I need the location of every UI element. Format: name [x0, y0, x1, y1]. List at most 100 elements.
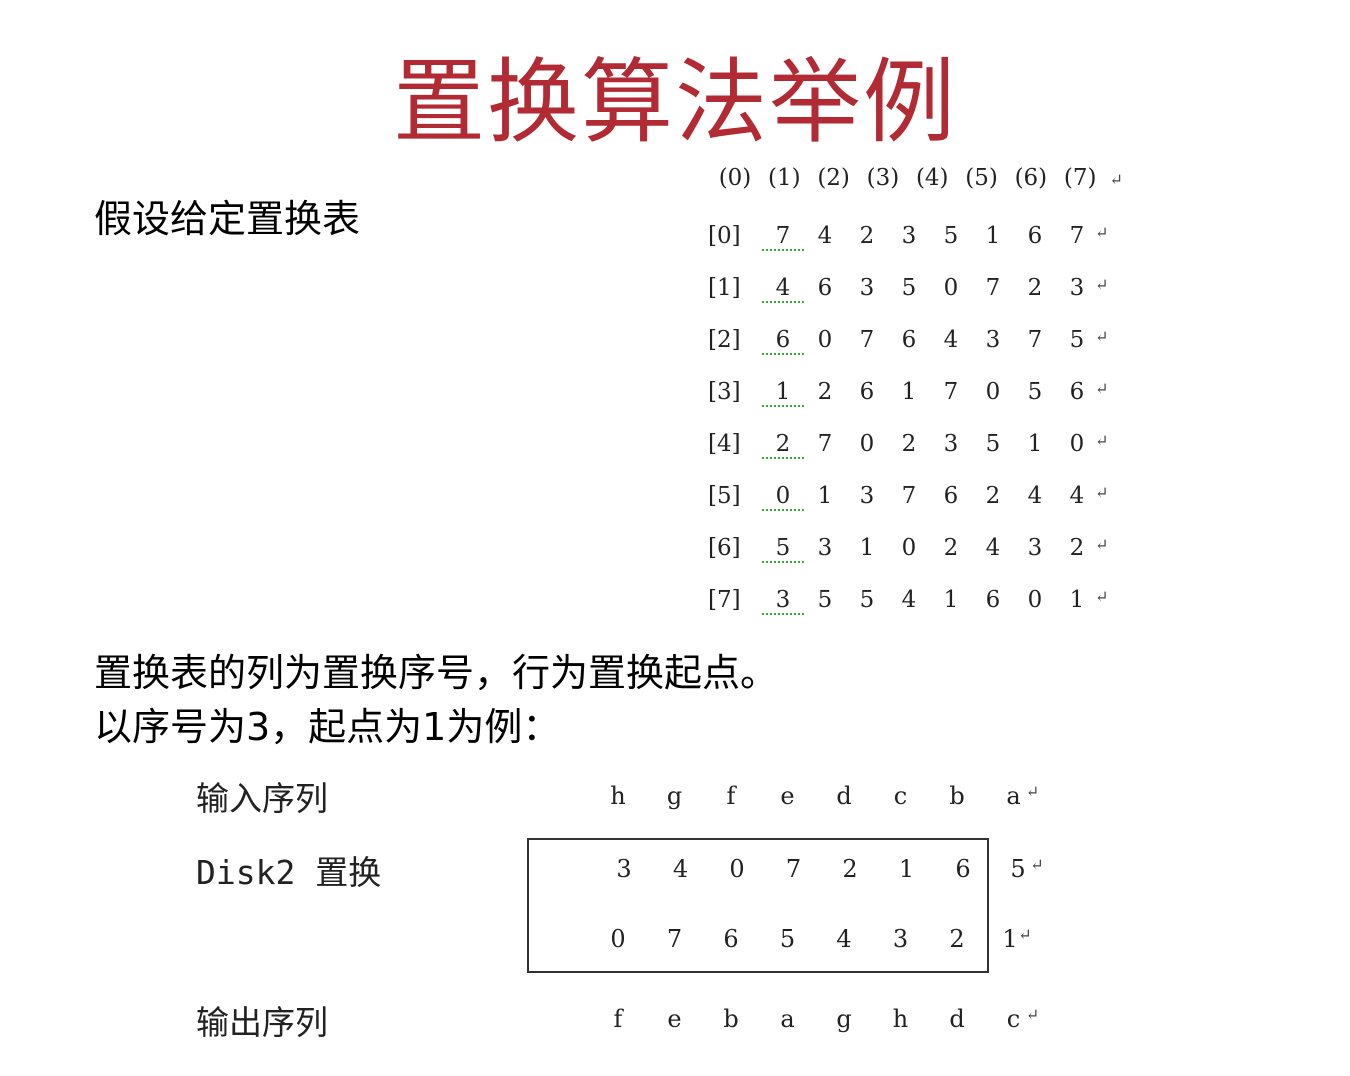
table-cell: 4: [943, 327, 959, 353]
sequence-item: h: [892, 1005, 909, 1033]
row-label: [0]: [708, 223, 741, 249]
table-cell: 2: [762, 431, 804, 459]
sequence-item: 5: [779, 925, 796, 953]
table-cell: 1: [1027, 431, 1043, 457]
table-cell: 1: [1069, 587, 1085, 613]
sequence-item: 0: [729, 855, 745, 883]
table-cell: 0: [985, 379, 1001, 405]
column-header: (0): [718, 165, 752, 191]
disk-label: Disk2 置换: [196, 853, 382, 892]
return-mark-icon: ↵: [1095, 587, 1109, 606]
return-mark-icon: ↵: [1109, 170, 1123, 189]
row-label: [2]: [708, 327, 741, 353]
sequence-item: 6: [955, 855, 971, 883]
table-cell: 0: [943, 275, 959, 301]
sequence-item: g: [666, 782, 683, 810]
table-cell: 0: [1027, 587, 1043, 613]
table-cell: 2: [1027, 275, 1043, 301]
table-cell: 0: [817, 327, 833, 353]
table-cell: 7: [1069, 223, 1085, 249]
table-cell: 1: [762, 379, 804, 407]
description-line: 以序号为3，起点为1为例：: [94, 705, 561, 749]
table-cell: 0: [1069, 431, 1085, 457]
row-label: [6]: [708, 535, 741, 561]
table-cell: 3: [817, 535, 833, 561]
description-line: 置换表的列为置换序号，行为置换起点。: [94, 651, 779, 695]
table-cell: 3: [901, 223, 917, 249]
sequence-item: 3: [616, 855, 632, 883]
description: 置换表的列为置换序号，行为置换起点。 以序号为3，起点为1为例：: [94, 646, 778, 754]
intro-text: 假设给定置换表: [94, 197, 361, 241]
table-cell: 3: [762, 587, 804, 615]
table-cell: 5: [1027, 379, 1043, 405]
table-cell: 6: [817, 275, 833, 301]
return-mark-icon: ↵: [1095, 327, 1109, 346]
table-cell: 7: [1027, 327, 1043, 353]
column-header: (4): [915, 165, 949, 191]
table-cell: 2: [817, 379, 833, 405]
table-cell: 2: [901, 431, 917, 457]
table-cell: 6: [859, 379, 875, 405]
sequence-item: f: [726, 782, 736, 810]
table-cell: 0: [762, 483, 804, 511]
table-cell: 4: [901, 587, 917, 613]
table-cell: 6: [1027, 223, 1043, 249]
output-label: 输出序列: [196, 1003, 328, 1042]
table-cell: 1: [817, 483, 833, 509]
sequence-item: d: [836, 782, 852, 810]
column-header: (2): [817, 165, 850, 191]
return-mark-icon: ↵: [1095, 223, 1109, 242]
sequence-item: g: [836, 1005, 852, 1033]
table-cell: 7: [985, 275, 1001, 301]
table-cell: 5: [943, 223, 959, 249]
table-cell: 4: [1027, 483, 1043, 509]
table-cell: 3: [859, 483, 875, 509]
return-mark-icon: ↵: [1095, 379, 1109, 398]
table-cell: 5: [762, 535, 804, 563]
table-cell: 7: [943, 379, 959, 405]
table-cell: 5: [1069, 327, 1085, 353]
sequence-item: f: [613, 1005, 623, 1033]
table-cell: 5: [985, 431, 1001, 457]
sequence-item: c: [893, 782, 908, 810]
row-label: [5]: [708, 483, 741, 509]
row-label: [1]: [708, 275, 741, 301]
table-cell: 5: [817, 587, 833, 613]
return-mark-icon: ↵: [1030, 855, 1044, 874]
table-cell: 2: [943, 535, 959, 561]
sequence-item: b: [949, 782, 965, 810]
table-cell: 7: [901, 483, 917, 509]
table-cell: 7: [817, 431, 833, 457]
table-cell: 1: [985, 223, 1001, 249]
return-mark-icon: ↵: [1025, 782, 1040, 801]
table-cell: 2: [985, 483, 1001, 509]
return-mark-icon: ↵: [1095, 431, 1109, 450]
return-mark-icon: ↵: [1018, 925, 1032, 944]
table-cell: 4: [817, 223, 833, 249]
return-mark-icon: ↵: [1095, 535, 1109, 554]
table-cell: 5: [859, 587, 875, 613]
column-headers: (0) (1) (2) (3) (4) (5) (6) (7) ↵: [714, 165, 1123, 191]
return-mark-icon: ↵: [1095, 483, 1109, 502]
table-cell: 6: [1069, 379, 1085, 405]
table-cell: 3: [943, 431, 959, 457]
return-mark-icon: ↵: [1095, 275, 1109, 294]
table-cell: 7: [762, 223, 804, 251]
table-cell: 3: [985, 327, 1001, 353]
column-header: (7): [1063, 165, 1097, 191]
sequence-item: h: [610, 782, 626, 810]
table-cell: 4: [762, 275, 804, 303]
column-header: (6): [1014, 165, 1048, 191]
sequence-item: e: [780, 782, 795, 810]
return-mark-icon: ↵: [1025, 1005, 1040, 1024]
input-label: 输入序列: [196, 779, 328, 818]
sequence-item: 2: [842, 855, 858, 883]
table-cell: 4: [985, 535, 1001, 561]
table-cell: 2: [1069, 535, 1085, 561]
table-cell: 1: [859, 535, 875, 561]
sequence-item: 2: [949, 925, 965, 953]
sequence-item: 6: [723, 925, 739, 953]
sequence-item: e: [667, 1005, 682, 1033]
table-cell: 0: [859, 431, 875, 457]
sequence-item: 0: [610, 925, 626, 953]
